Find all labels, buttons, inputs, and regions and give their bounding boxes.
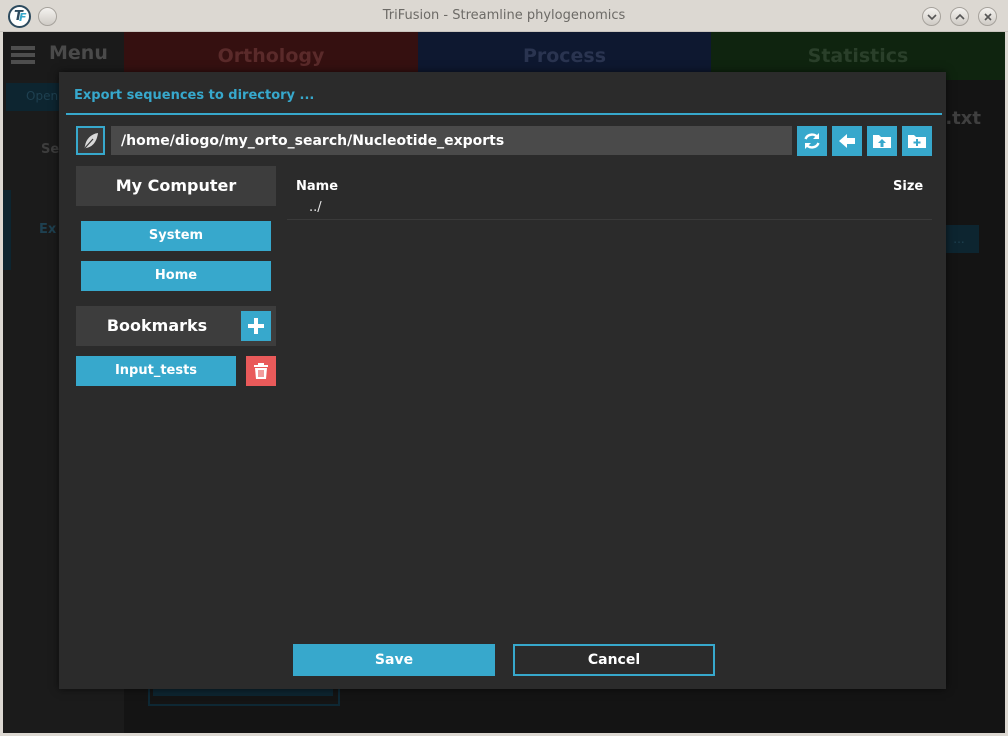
file-list-row[interactable]: ../ bbox=[287, 198, 932, 220]
side-se-label: Se bbox=[41, 142, 60, 157]
path-input[interactable] bbox=[111, 126, 792, 155]
background-file-extension: .txt bbox=[945, 108, 981, 129]
dialog-title: Export sequences to directory ... bbox=[74, 88, 315, 103]
close-button[interactable] bbox=[978, 7, 997, 26]
new-folder-button[interactable] bbox=[902, 126, 932, 156]
hamburger-icon bbox=[11, 46, 35, 64]
folder-plus-icon bbox=[908, 135, 926, 148]
home-button[interactable]: Home bbox=[81, 261, 271, 291]
column-header-size[interactable]: Size bbox=[893, 179, 923, 194]
side-ex-label: Ex bbox=[39, 222, 57, 237]
chevron-down-icon bbox=[927, 14, 937, 21]
window-titlebar: TF TriFusion - Streamline phylogenomics bbox=[0, 0, 1008, 32]
delete-bookmark-button[interactable] bbox=[246, 356, 276, 386]
trash-icon bbox=[254, 363, 268, 379]
chevron-up-icon bbox=[955, 13, 965, 20]
dialog-title-divider bbox=[66, 113, 942, 115]
edit-path-button[interactable] bbox=[76, 126, 105, 155]
cancel-button[interactable]: Cancel bbox=[513, 644, 715, 676]
menu-label: Menu bbox=[49, 42, 108, 64]
minimize-button[interactable] bbox=[922, 7, 941, 26]
export-dialog: Export sequences to directory ... /home/… bbox=[59, 72, 946, 689]
system-button[interactable]: System bbox=[81, 221, 271, 251]
feather-icon bbox=[83, 133, 98, 150]
column-header-name[interactable]: Name bbox=[296, 179, 338, 194]
close-icon bbox=[984, 13, 992, 21]
save-button[interactable]: Save bbox=[293, 644, 495, 676]
folder-up-icon bbox=[873, 135, 891, 148]
refresh-icon bbox=[804, 133, 820, 149]
arrow-left-icon bbox=[839, 134, 855, 148]
file-name: ../ bbox=[309, 200, 322, 215]
window-title: TriFusion - Streamline phylogenomics bbox=[382, 8, 626, 23]
parent-directory-button[interactable] bbox=[867, 126, 897, 156]
back-button[interactable] bbox=[832, 126, 862, 156]
side-ex-marker bbox=[3, 190, 11, 270]
bookmark-item[interactable]: Input_tests bbox=[76, 356, 236, 386]
refresh-button[interactable] bbox=[797, 126, 827, 156]
plus-icon bbox=[248, 318, 264, 334]
maximize-button[interactable] bbox=[950, 7, 969, 26]
my-computer-header: My Computer bbox=[76, 166, 276, 206]
add-bookmark-button[interactable] bbox=[241, 311, 271, 341]
